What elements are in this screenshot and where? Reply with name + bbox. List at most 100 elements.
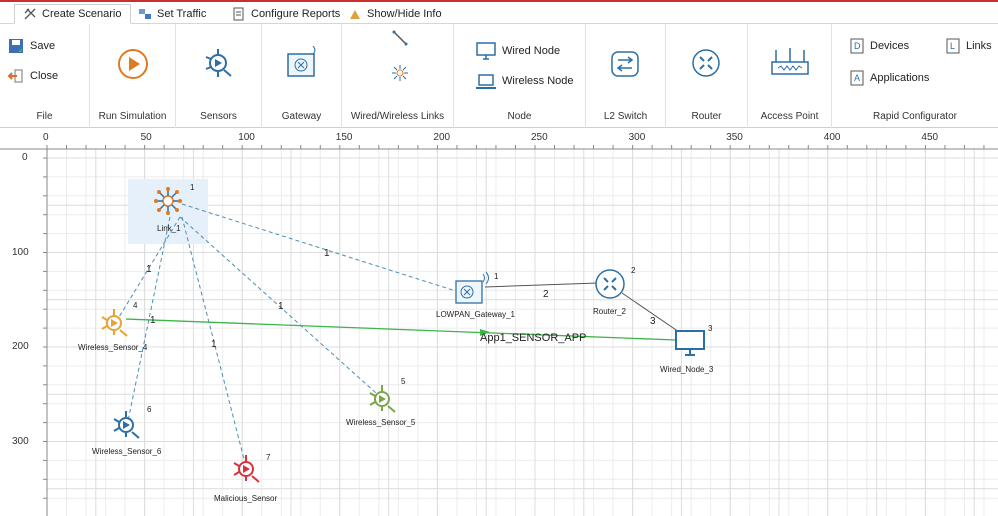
- tab-label: Show/Hide Info: [367, 8, 442, 20]
- node-id-sensor4: 4: [133, 301, 138, 310]
- node-id-sensor6: 6: [147, 405, 152, 414]
- group-label-access-point: Access Point: [760, 111, 819, 122]
- y-tick-label: 0: [22, 152, 28, 163]
- x-tick-label: 400: [823, 132, 841, 143]
- y-tick-label: 200: [12, 341, 29, 352]
- close-button[interactable]: Close: [8, 68, 58, 84]
- wired-node-button[interactable]: Wired Node: [476, 42, 560, 60]
- close-icon: [8, 69, 23, 83]
- applications-label: Applications: [870, 72, 930, 84]
- node-label-router: Router_2: [593, 307, 626, 316]
- x-tick-label: 200: [433, 132, 451, 143]
- wired-link-icon[interactable]: [392, 30, 408, 46]
- node-id-link1: 1: [190, 183, 195, 192]
- link-label-malicious: 1: [211, 339, 217, 350]
- node-label-link1: Link_1: [157, 224, 181, 233]
- node-id-gateway: 1: [494, 272, 499, 281]
- wireless-node-icon: [476, 74, 496, 89]
- group-label-gateway: Gateway: [281, 111, 322, 122]
- tab-set-traffic[interactable]: Set Traffic: [130, 4, 214, 24]
- link-hub-icon[interactable]: [154, 187, 182, 215]
- x-tick-label: 150: [335, 132, 353, 143]
- node-label-malicious: Malicious_Sensor: [214, 494, 278, 503]
- traffic-icon: [139, 9, 151, 19]
- application-label[interactable]: App1_SENSOR_APP: [480, 332, 586, 344]
- group-label-rapid: Rapid Configurator: [873, 111, 957, 122]
- node-id-router: 2: [631, 266, 636, 275]
- group-gateway: Gateway: [262, 24, 342, 128]
- x-tick-label: 450: [921, 132, 939, 143]
- save-button[interactable]: Save: [8, 38, 55, 54]
- group-label-sensors: Sensors: [200, 111, 237, 122]
- node-id-malicious: 7: [266, 453, 271, 462]
- info-icon: [350, 10, 360, 19]
- wireless-link-icon[interactable]: [391, 64, 409, 82]
- wireless-link-gateway[interactable]: [181, 203, 463, 294]
- y-tick-label: 300: [12, 435, 29, 447]
- save-label: Save: [30, 40, 56, 52]
- node-id-wired: 3: [708, 324, 713, 333]
- save-icon: [9, 39, 23, 53]
- group-label-switch: L2 Switch: [603, 111, 648, 122]
- link-label-sensor4: 1: [146, 264, 152, 275]
- applications-button[interactable]: A Applications: [850, 70, 929, 86]
- devices-icon: D: [850, 38, 864, 54]
- wired-link-gateway-router[interactable]: [484, 282, 599, 288]
- router-icon[interactable]: [691, 48, 721, 78]
- sensor-icon[interactable]: [204, 48, 234, 78]
- sensor-5-icon[interactable]: [369, 385, 396, 413]
- tab-label: Create Scenario: [42, 8, 122, 20]
- x-tick-label: 250: [531, 132, 548, 143]
- run-simulation-icon[interactable]: [117, 48, 149, 80]
- node-id-sensor5: 5: [401, 377, 406, 386]
- link-label-sensor5: 1: [278, 301, 284, 312]
- svg-text:A: A: [854, 73, 860, 83]
- group-run-simulation: Run Simulation: [90, 24, 176, 128]
- node-label-wired: Wired_Node_3: [660, 365, 714, 374]
- wired-node-icon: [476, 42, 496, 60]
- gateway-icon[interactable]: [286, 46, 320, 78]
- tab-label: Configure Reports: [251, 8, 341, 20]
- group-links: Wired/Wireless Links: [342, 24, 454, 128]
- malicious-sensor-icon[interactable]: [233, 455, 260, 483]
- router-node-icon[interactable]: [595, 269, 625, 299]
- group-router: Router: [666, 24, 748, 128]
- devices-label: Devices: [870, 40, 910, 52]
- group-sensors: Sensors: [176, 24, 262, 128]
- group-rapid-configurator: D Devices L Links A Applications Rapid C…: [832, 24, 998, 128]
- group-label-router: Router: [691, 111, 722, 122]
- reports-icon: [233, 7, 244, 21]
- wireless-node-button[interactable]: Wireless Node: [476, 72, 574, 90]
- tab-show-hide-info[interactable]: Show/Hide Info: [340, 4, 450, 24]
- x-tick-label: 300: [628, 132, 646, 143]
- tab-label: Set Traffic: [157, 8, 207, 20]
- link-label-gw-router: 2: [543, 289, 549, 300]
- wired-node-3-icon[interactable]: [675, 330, 705, 356]
- group-l2-switch: L2 Switch: [586, 24, 666, 128]
- sensor-6-icon[interactable]: [113, 411, 140, 439]
- tab-create-scenario[interactable]: Create Scenario: [14, 4, 131, 24]
- group-label-node: Node: [507, 111, 532, 122]
- tab-configure-reports[interactable]: Configure Reports: [224, 4, 348, 24]
- switch-icon[interactable]: [610, 50, 640, 78]
- group-label-file: File: [36, 111, 53, 122]
- x-tick-label: 350: [726, 132, 743, 143]
- y-tick-label: 100: [12, 246, 29, 258]
- gateway-node-icon[interactable]: [455, 271, 489, 304]
- node-label-gateway: LOWPAN_Gateway_1: [436, 310, 515, 319]
- links-label: Links: [966, 40, 992, 52]
- x-tick-label: 50: [140, 132, 152, 143]
- access-point-icon[interactable]: [770, 46, 810, 78]
- link-label-router-wired: 3: [650, 316, 656, 327]
- node-label-sensor4: Wireless_Sensor_4: [78, 343, 148, 352]
- group-access-point: Access Point: [748, 24, 832, 128]
- links-button[interactable]: L Links: [946, 38, 992, 54]
- devices-button[interactable]: D Devices: [850, 38, 909, 54]
- group-label-links: Wired/Wireless Links: [350, 111, 445, 122]
- node-label-sensor6: Wireless_Sensor_6: [92, 447, 162, 456]
- links-icon: L: [946, 38, 960, 54]
- application-id: 1: [150, 315, 156, 326]
- close-label: Close: [30, 70, 59, 82]
- network-canvas[interactable]: 0 50 100 150 200 250 300 350 400 450 0 100 200 300 L…: [0, 129, 998, 516]
- applications-icon: A: [850, 70, 864, 86]
